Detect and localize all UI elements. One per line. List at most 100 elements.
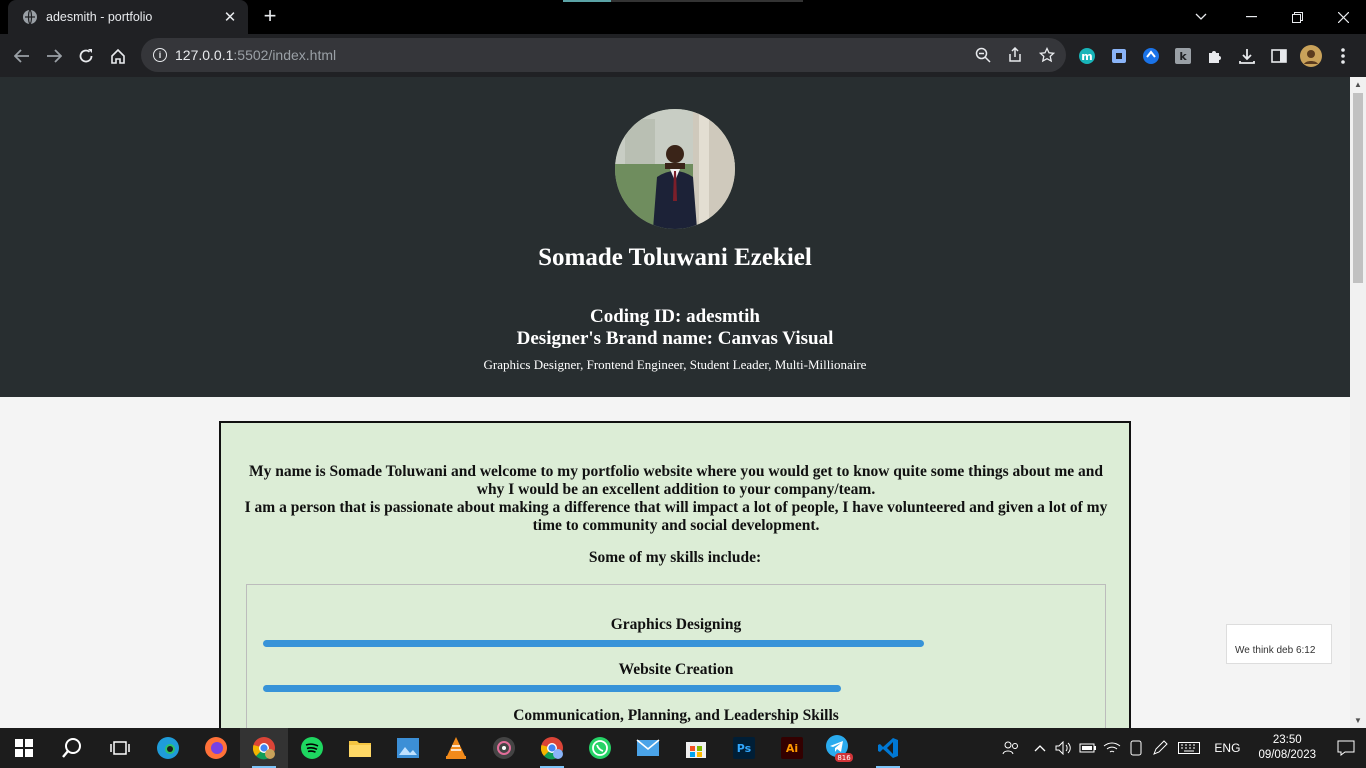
mail-icon[interactable] xyxy=(624,728,672,768)
edge-icon[interactable] xyxy=(144,728,192,768)
side-panel-icon[interactable] xyxy=(1268,45,1290,67)
people-icon[interactable] xyxy=(994,728,1028,768)
close-window-button[interactable] xyxy=(1320,0,1366,34)
page-scrollbar[interactable]: ▲ ▼ xyxy=(1350,77,1366,728)
profile-name: Somade Toluwani Ezekiel xyxy=(538,244,812,271)
svg-text:Ps: Ps xyxy=(737,742,752,755)
illustrator-icon[interactable]: Ai xyxy=(768,728,816,768)
about-paragraph-1: My name is Somade Toluwani and welcome t… xyxy=(249,463,1103,498)
skill-progress-bar xyxy=(263,685,842,692)
profile-photo xyxy=(615,109,735,229)
telegram-badge-text: 816 xyxy=(837,754,851,762)
browser-toolbar: i 127.0.0.1:5502/index.html m k xyxy=(0,34,1366,77)
new-tab-button[interactable]: + xyxy=(258,5,282,29)
music-player-icon[interactable] xyxy=(480,728,528,768)
hero-header: Somade Toluwani Ezekiel Coding ID: adesm… xyxy=(0,77,1350,397)
photos-icon[interactable] xyxy=(384,728,432,768)
extension-k-icon[interactable]: k xyxy=(1172,45,1194,67)
vlc-icon[interactable] xyxy=(432,728,480,768)
browser-tab-strip: adesmith - portfolio ✕ + xyxy=(0,0,1366,34)
photoshop-icon[interactable]: Ps xyxy=(720,728,768,768)
address-bar[interactable]: i 127.0.0.1:5502/index.html xyxy=(141,38,1066,72)
browser-menu-icon[interactable] xyxy=(1332,45,1354,67)
taskbar: Ps Ai 816 ENG 23:50 09/08/2023 xyxy=(0,728,1366,768)
forward-arrow-icon[interactable] xyxy=(38,40,70,72)
chevron-up-icon[interactable] xyxy=(1028,728,1052,768)
extension-m-icon[interactable]: m xyxy=(1076,45,1098,67)
restore-button[interactable] xyxy=(1274,0,1320,34)
file-explorer-icon[interactable] xyxy=(336,728,384,768)
skill-progress-track xyxy=(263,685,1089,692)
whatsapp-icon[interactable] xyxy=(576,728,624,768)
skill-progress-track xyxy=(263,640,1089,647)
clock[interactable]: 23:50 09/08/2023 xyxy=(1258,733,1316,763)
home-icon[interactable] xyxy=(102,40,134,72)
extensions-puzzle-icon[interactable] xyxy=(1204,45,1226,67)
minimize-button[interactable] xyxy=(1228,0,1274,34)
windows-start-icon[interactable] xyxy=(0,728,48,768)
store-icon[interactable] xyxy=(672,728,720,768)
scroll-thumb[interactable] xyxy=(1353,93,1363,283)
firefox-icon[interactable] xyxy=(192,728,240,768)
about-paragraph-2: I am a person that is passionate about m… xyxy=(244,499,1108,534)
close-tab-icon[interactable]: ✕ xyxy=(222,9,238,26)
tab-title: adesmith - portfolio xyxy=(46,10,153,24)
skill-item: Communication, Planning, and Leadership … xyxy=(247,707,1105,725)
notification-toast[interactable]: We think deb 6:12 xyxy=(1226,624,1332,664)
browser-tab[interactable]: adesmith - portfolio ✕ xyxy=(8,0,248,34)
skill-label: Graphics Designing xyxy=(610,616,742,633)
about-text: My name is Somade Toluwani and welcome t… xyxy=(243,463,1109,535)
roles-text: Graphics Designer, Frontend Engineer, St… xyxy=(483,357,867,372)
task-view-icon[interactable] xyxy=(96,728,144,768)
telegram-icon[interactable]: 816 xyxy=(816,728,864,768)
share-icon[interactable] xyxy=(1004,44,1026,66)
skill-label: Website Creation xyxy=(618,661,734,678)
url-text: 127.0.0.1:5502/index.html xyxy=(175,47,337,63)
download-icon[interactable] xyxy=(1236,45,1258,67)
scroll-down-arrow-icon[interactable]: ▼ xyxy=(1354,716,1362,725)
battery-icon[interactable] xyxy=(1076,728,1100,768)
volume-icon[interactable] xyxy=(1052,728,1076,768)
spotify-icon[interactable] xyxy=(288,728,336,768)
device-icon[interactable] xyxy=(1124,728,1148,768)
bookmark-star-icon[interactable] xyxy=(1036,44,1058,66)
tab-search-icon[interactable] xyxy=(1178,0,1224,34)
extension-puzzle-blue-icon[interactable] xyxy=(1108,45,1130,67)
chrome-profile-icon[interactable] xyxy=(528,728,576,768)
profile-avatar[interactable] xyxy=(1300,44,1322,67)
skill-progress-bar xyxy=(263,640,924,647)
clock-time: 23:50 xyxy=(1272,734,1302,746)
site-info-icon[interactable]: i xyxy=(153,48,167,62)
language-indicator[interactable]: ENG xyxy=(1214,741,1240,755)
window-controls xyxy=(1178,0,1366,34)
skill-item: Website Creation xyxy=(247,661,1105,692)
page-viewport: Somade Toluwani Ezekiel Coding ID: adesm… xyxy=(0,77,1350,728)
back-arrow-icon[interactable] xyxy=(6,40,38,72)
notification-center-icon[interactable] xyxy=(1326,728,1366,768)
wifi-icon[interactable] xyxy=(1100,728,1124,768)
svg-text:k: k xyxy=(1179,50,1187,63)
system-tray: ENG 23:50 09/08/2023 xyxy=(994,728,1366,768)
brand-name: Designer's Brand name: Canvas Visual xyxy=(516,328,834,349)
zoom-icon[interactable] xyxy=(972,44,994,66)
tab-group-indicator xyxy=(563,0,611,2)
about-section: My name is Somade Toluwani and welcome t… xyxy=(219,421,1131,728)
skill-item: Graphics Designing xyxy=(247,616,1105,647)
extension-shield-icon[interactable] xyxy=(1140,45,1162,67)
svg-text:Ai: Ai xyxy=(786,742,798,755)
search-icon[interactable] xyxy=(48,728,96,768)
scroll-up-arrow-icon[interactable]: ▲ xyxy=(1354,80,1362,89)
skills-list: Graphics Designing Website Creation Comm… xyxy=(246,584,1106,728)
reload-icon[interactable] xyxy=(70,40,102,72)
vscode-icon[interactable] xyxy=(864,728,912,768)
chrome-icon[interactable] xyxy=(240,728,288,768)
clock-date: 09/08/2023 xyxy=(1258,749,1316,761)
svg-text:m: m xyxy=(1081,50,1092,63)
skill-label: Communication, Planning, and Leadership … xyxy=(513,707,839,724)
pen-icon[interactable] xyxy=(1148,728,1172,768)
tab-group-indicator-2 xyxy=(611,0,803,2)
globe-icon xyxy=(23,9,37,25)
keyboard-icon[interactable] xyxy=(1172,728,1206,768)
extensions-area: m k xyxy=(1076,34,1354,77)
skills-heading: Some of my skills include: xyxy=(588,549,762,566)
